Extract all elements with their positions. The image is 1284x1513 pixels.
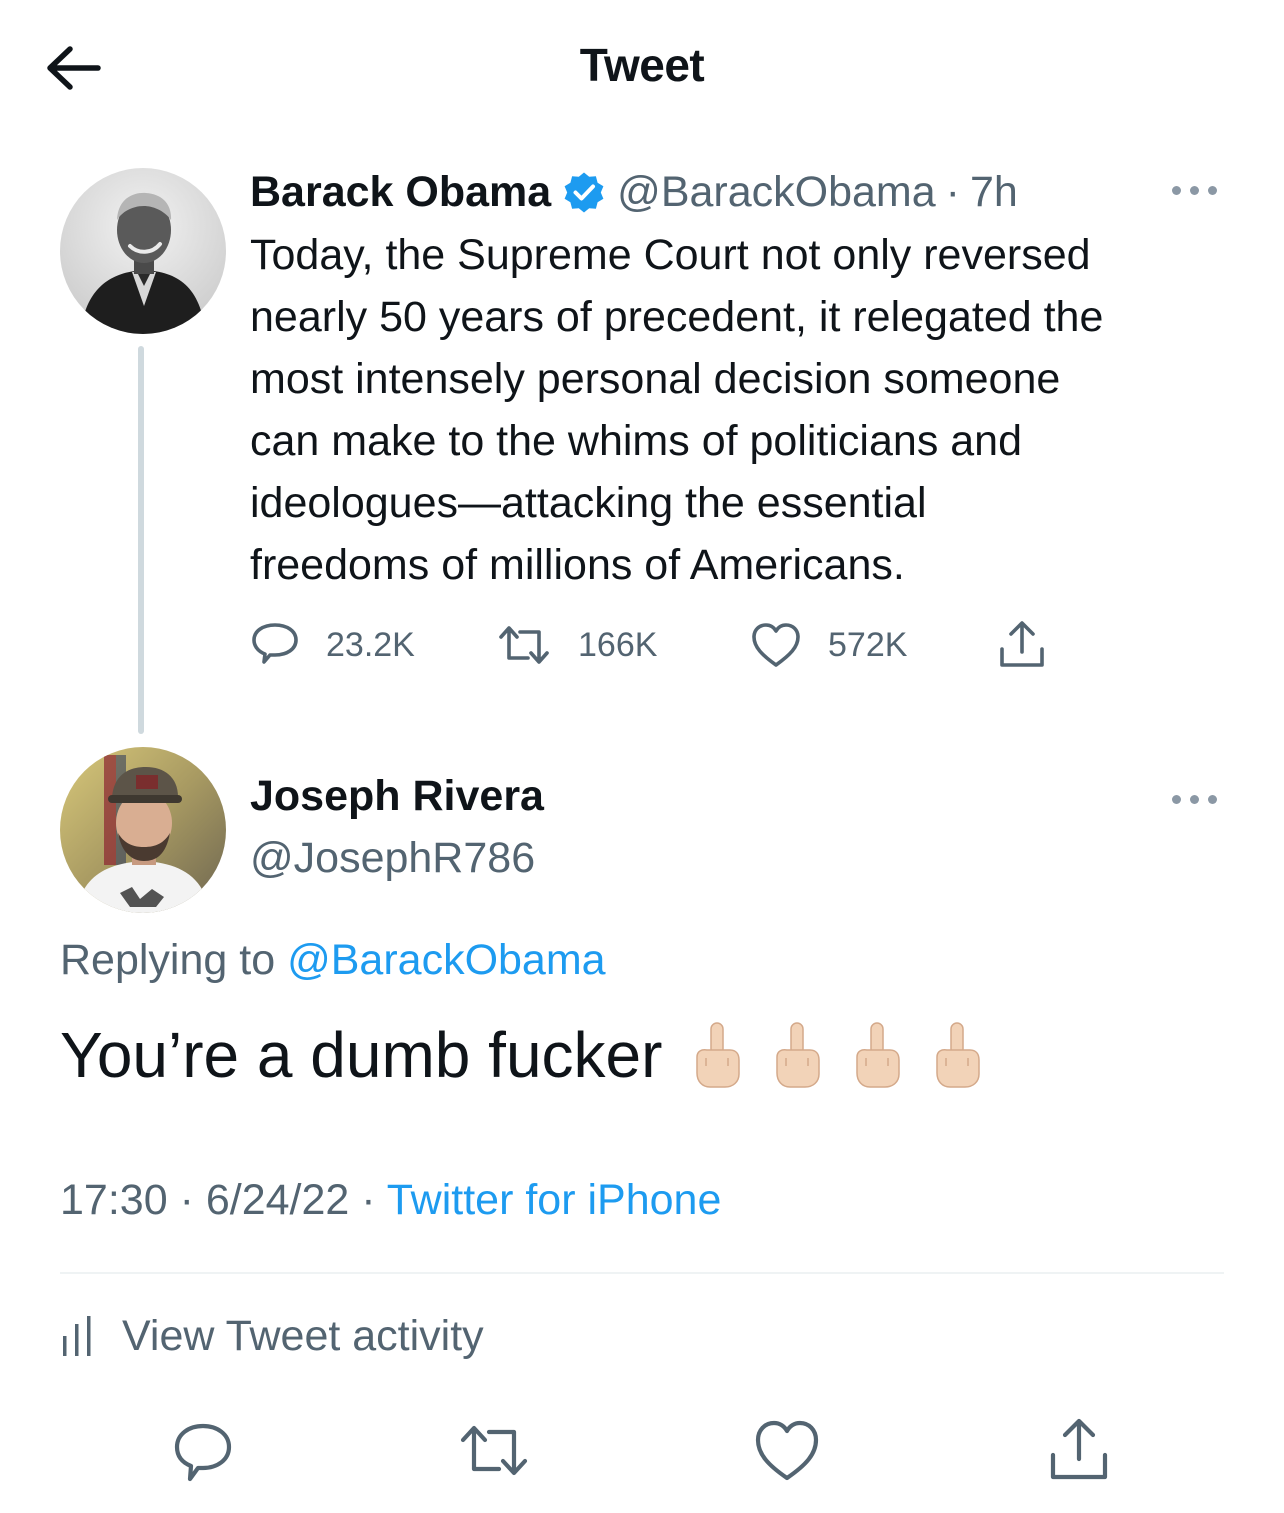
middle-finger-emoji (776, 1022, 821, 1088)
like-button[interactable] (752, 1415, 822, 1485)
middle-finger-emoji (856, 1022, 901, 1088)
emoji-group (690, 1020, 984, 1090)
author-handle[interactable]: @BarackObama (617, 168, 936, 217)
profile-photo (60, 747, 226, 913)
tweet-detail-screen: Tweet Barack Obama @BarackObama · 7h Tod… (0, 0, 1284, 1513)
tweet-source-link[interactable]: Twitter for iPhone (387, 1176, 722, 1224)
thread-connector-line (138, 346, 144, 734)
more-horizontal-icon (1172, 795, 1181, 804)
view-tweet-activity-button[interactable]: View Tweet activity (60, 1306, 484, 1366)
like-button[interactable]: 572K (750, 615, 907, 675)
heart-icon (752, 623, 800, 667)
share-button[interactable] (996, 615, 1048, 675)
tweet-text: You’re a dumb fucker (60, 1019, 663, 1091)
replying-to-label: Replying to (60, 936, 276, 984)
retweet-count: 166K (578, 625, 658, 664)
retweet-button[interactable] (457, 1415, 528, 1485)
tweet-text-line: most intensely personal decision someone (250, 355, 1061, 403)
reply-button[interactable] (168, 1415, 238, 1485)
replying-to-link[interactable]: @BarackObama (287, 936, 606, 984)
page-title: Tweet (579, 39, 705, 91)
author-handle[interactable]: @JosephR786 (250, 834, 535, 883)
tweet-meta: 17:30 · 6/24/22 · Twitter for iPhone (60, 1176, 721, 1225)
like-count: 572K (828, 625, 908, 664)
reply-icon (174, 1423, 232, 1482)
share-button[interactable] (1044, 1415, 1114, 1485)
reply-count: 23.2K (326, 625, 415, 664)
avatar[interactable] (60, 747, 226, 913)
avatar[interactable] (60, 168, 226, 334)
heart-icon (755, 1420, 819, 1481)
middle-finger-emoji (936, 1022, 981, 1088)
view-tweet-activity-label: View Tweet activity (122, 1311, 484, 1360)
more-horizontal-icon (1172, 186, 1181, 195)
separator-dot: · (361, 1176, 376, 1224)
replying-to-line: Replying to @BarackObama (60, 936, 606, 985)
share-icon (1000, 621, 1044, 667)
separator-dot: · (945, 167, 960, 216)
tweet-text-line: nearly 50 years of precedent, it relegat… (250, 293, 1104, 341)
more-options-button[interactable] (1170, 180, 1220, 200)
tweet-time[interactable]: 7h (970, 168, 1018, 217)
tweet-text-line: ideologues—attacking the essential (250, 479, 927, 527)
author-name[interactable]: Barack Obama (250, 168, 551, 217)
retweet-icon (460, 1425, 528, 1476)
reply-icon (252, 623, 298, 664)
author-name[interactable]: Joseph Rivera (250, 772, 544, 821)
more-options-button[interactable] (1170, 789, 1220, 809)
retweet-button[interactable]: 166K (496, 615, 657, 675)
verified-badge-icon (564, 172, 604, 213)
middle-finger-emoji (696, 1022, 741, 1088)
divider (60, 1272, 1224, 1274)
tweet-text-line: freedoms of millions of Americans. (250, 541, 905, 589)
parent-tweet-header: Barack Obama @BarackObama · 7h (250, 164, 1018, 220)
parent-tweet-text: Today, the Supreme Court not only revers… (250, 224, 1250, 596)
separator-dot: · (179, 1176, 194, 1224)
tweet-text-line: Today, the Supreme Court not only revers… (250, 231, 1091, 279)
share-icon (1050, 1418, 1108, 1480)
tweet-time: 17:30 (60, 1176, 168, 1224)
reply-button[interactable]: 23.2K (250, 615, 415, 675)
reply-tweet-text: You’re a dumb fucker (60, 1018, 984, 1092)
retweet-icon (499, 626, 549, 664)
profile-photo (60, 168, 226, 334)
tweet-text-line: can make to the whims of politicians and (250, 417, 1023, 465)
reply-tweet-actions (0, 1415, 1284, 1485)
bar-chart-icon (63, 1316, 91, 1356)
tweet-date: 6/24/22 (205, 1176, 350, 1224)
